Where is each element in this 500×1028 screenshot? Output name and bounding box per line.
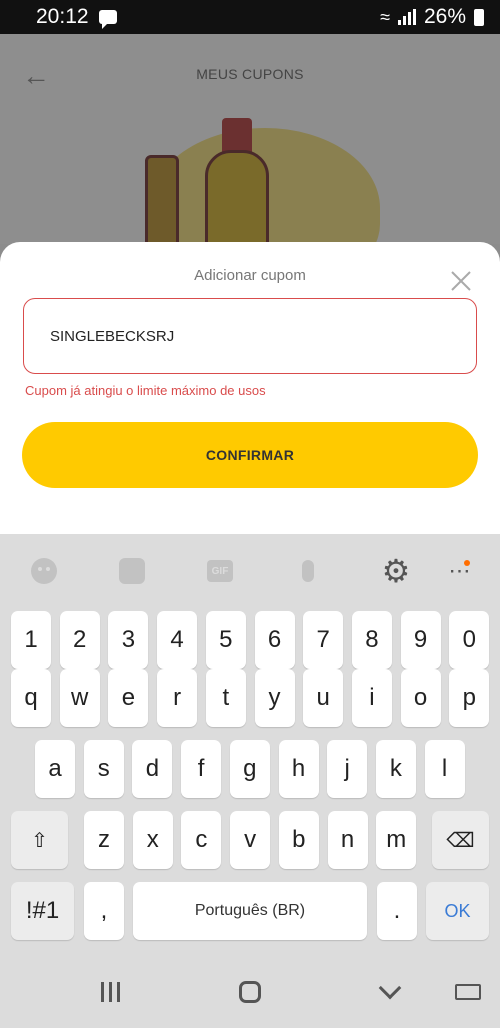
key-j[interactable]: j	[327, 740, 368, 798]
key-5[interactable]: 5	[205, 611, 246, 669]
key-q[interactable]: q	[11, 669, 51, 727]
key-t[interactable]: t	[205, 669, 246, 727]
error-message: Cupom já atingiu o limite máximo de usos	[25, 383, 266, 398]
key-g[interactable]: g	[229, 740, 270, 798]
wifi-icon: ≈	[380, 6, 390, 27]
key-y[interactable]: y	[254, 669, 295, 727]
space-key[interactable]: Português (BR)	[133, 882, 367, 940]
coupon-input[interactable]: SINGLEBECKSRJ	[23, 298, 477, 374]
key-l[interactable]: l	[424, 740, 465, 798]
key-z[interactable]: z	[84, 811, 124, 869]
key-3[interactable]: 3	[108, 611, 149, 669]
key-k[interactable]: k	[375, 740, 416, 798]
key-a[interactable]: a	[35, 740, 75, 798]
key-4[interactable]: 4	[157, 611, 198, 669]
key-u[interactable]: u	[303, 669, 344, 727]
key-2[interactable]: 2	[59, 611, 100, 669]
key-r[interactable]: r	[157, 669, 198, 727]
key-o[interactable]: o	[400, 669, 441, 727]
shift-key[interactable]: ⇧	[11, 811, 68, 869]
key-i[interactable]: i	[351, 669, 392, 727]
ok-key[interactable]: OK	[426, 882, 489, 940]
keyboard-toolbar: GIF ⚙ ⋯	[0, 554, 500, 588]
microphone-icon[interactable]	[291, 554, 325, 588]
battery-icon	[474, 8, 484, 26]
close-icon	[451, 271, 471, 291]
more-icon[interactable]: ⋯	[443, 554, 477, 588]
navigation-bar	[0, 954, 500, 1028]
battery-percent: 26%	[423, 5, 466, 28]
add-coupon-sheet: Adicionar cupom SINGLEBECKSRJ Cupom já a…	[0, 242, 500, 534]
key-d[interactable]: d	[132, 740, 173, 798]
key-f[interactable]: f	[181, 740, 222, 798]
comma-key[interactable]: ,	[84, 882, 124, 940]
confirm-button[interactable]: CONFIRMAR	[22, 422, 478, 488]
key-p[interactable]: p	[449, 669, 490, 727]
backspace-key[interactable]: ⌫	[432, 811, 489, 869]
back-icon[interactable]	[378, 976, 402, 1004]
key-1[interactable]: 1	[11, 611, 51, 669]
key-7[interactable]: 7	[303, 611, 344, 669]
bottle-illustration	[205, 150, 269, 245]
emoji-icon[interactable]	[27, 554, 61, 588]
key-h[interactable]: h	[278, 740, 319, 798]
sticker-icon[interactable]	[115, 554, 149, 588]
sheet-title: Adicionar cupom	[194, 267, 306, 284]
page-title: MEUS CUPONS	[196, 66, 304, 82]
status-time: 20:12	[36, 5, 89, 28]
gear-icon[interactable]: ⚙	[379, 554, 413, 588]
period-key[interactable]: .	[377, 882, 417, 940]
key-c[interactable]: c	[181, 811, 222, 869]
key-x[interactable]: x	[132, 811, 173, 869]
recents-icon[interactable]	[98, 980, 122, 1004]
key-n[interactable]: n	[327, 811, 368, 869]
close-button[interactable]	[448, 268, 474, 294]
key-m[interactable]: m	[376, 811, 417, 869]
key-0[interactable]: 0	[449, 611, 490, 669]
signal-icon	[397, 9, 416, 25]
message-notification-icon	[98, 10, 117, 29]
keyboard-icon[interactable]	[454, 980, 482, 1004]
key-s[interactable]: s	[83, 740, 124, 798]
key-w[interactable]: w	[59, 669, 100, 727]
key-8[interactable]: 8	[351, 611, 392, 669]
gif-icon[interactable]: GIF	[203, 554, 237, 588]
key-v[interactable]: v	[230, 811, 271, 869]
bottle-illustration	[145, 155, 179, 245]
status-bar: 20:12 ≈ 26%	[0, 0, 500, 34]
key-b[interactable]: b	[278, 811, 319, 869]
home-icon[interactable]	[238, 980, 262, 1004]
key-6[interactable]: 6	[254, 611, 295, 669]
symbols-key[interactable]: !#1	[11, 882, 74, 940]
key-9[interactable]: 9	[400, 611, 441, 669]
key-e[interactable]: e	[108, 669, 149, 727]
